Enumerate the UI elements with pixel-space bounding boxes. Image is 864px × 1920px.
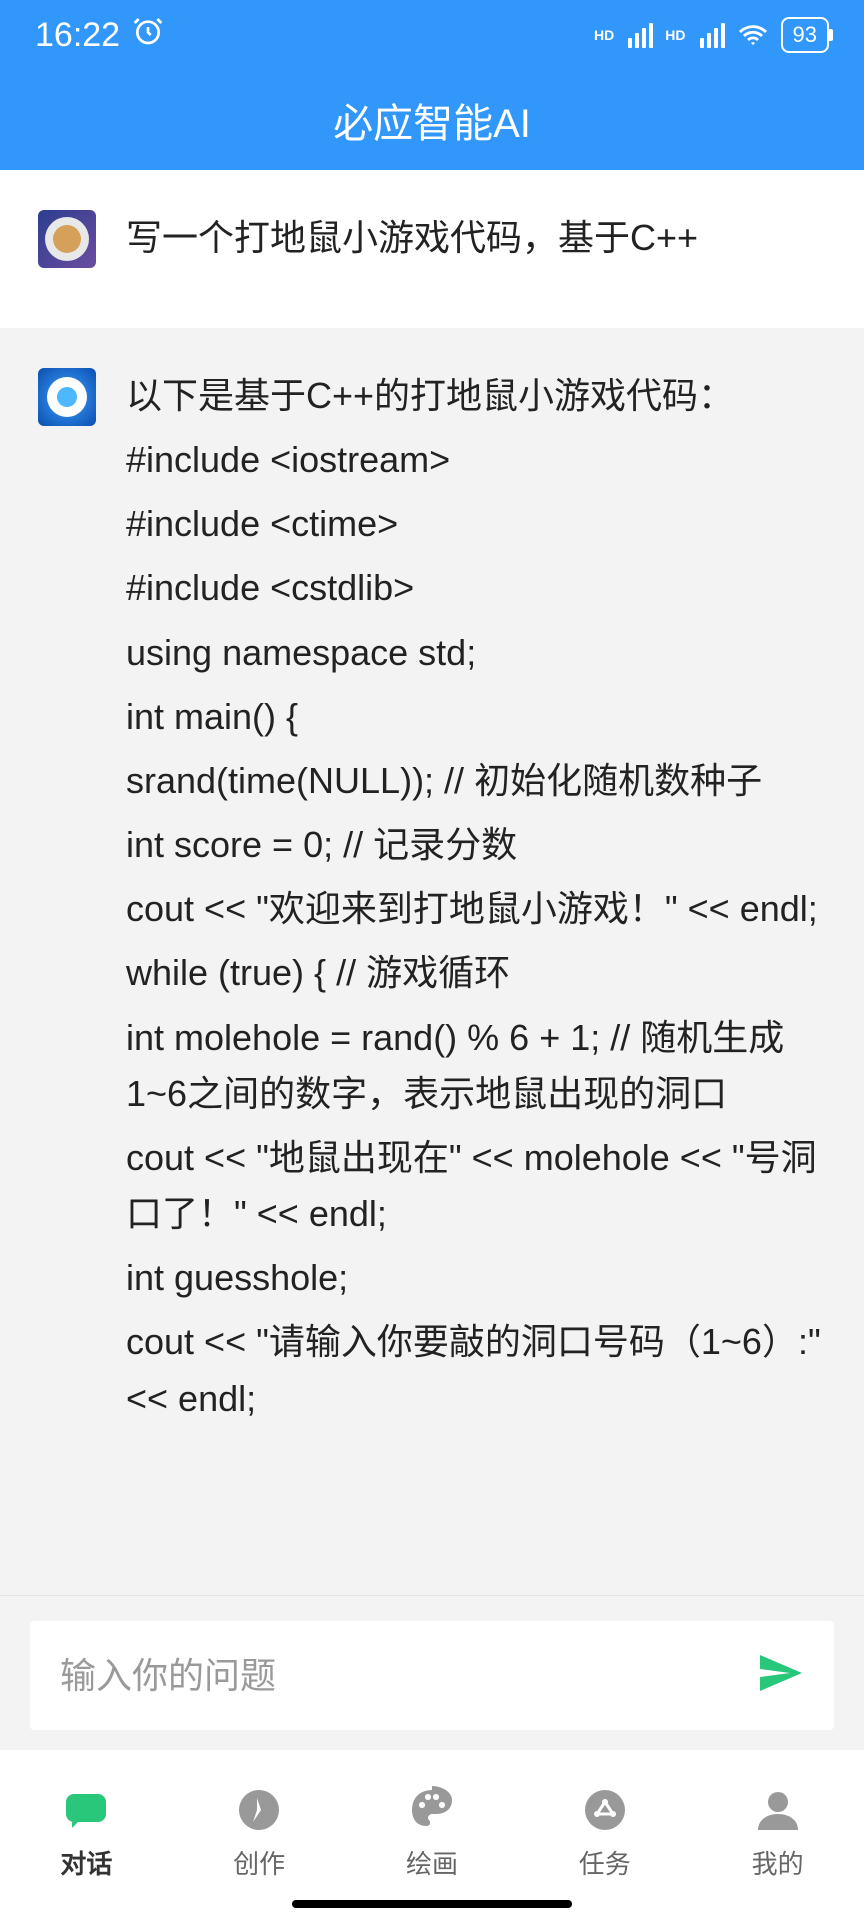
nav-chat[interactable]: 对话 [26,1784,146,1881]
nav-create[interactable]: 创作 [199,1784,319,1881]
user-avatar [38,210,96,268]
create-icon [233,1784,285,1836]
user-message-text: 写一个打地鼠小游戏代码，基于C++ [126,210,826,268]
profile-icon [752,1784,804,1836]
chat-area[interactable]: 写一个打地鼠小游戏代码，基于C++ 以下是基于C++的打地鼠小游戏代码： #in… [0,170,864,1595]
nav-profile[interactable]: 我的 [718,1784,838,1881]
wifi-icon [737,17,769,54]
status-bar: 16:22 HD HD 93 [0,0,864,70]
input-box [30,1621,834,1730]
signal-icon-2 [700,23,725,48]
nav-task[interactable]: 任务 [545,1784,665,1881]
signal-icon-1 [628,23,653,48]
hd-label-2: HD [665,27,685,43]
ai-message-text: 以下是基于C++的打地鼠小游戏代码： #include <iostream> #… [126,368,826,1427]
user-message: 写一个打地鼠小游戏代码，基于C++ [0,170,864,328]
question-input[interactable] [60,1655,736,1697]
status-time: 16:22 [35,16,120,55]
page-title: 必应智能AI [0,70,864,170]
alarm-icon [132,15,164,56]
ai-avatar [38,368,96,426]
share-icon [579,1784,631,1836]
bottom-nav: 对话 创作 绘画 任务 我的 [0,1750,864,1900]
paint-icon [406,1784,458,1836]
battery-indicator: 93 [781,17,829,53]
chat-icon [60,1784,112,1836]
ai-message: 以下是基于C++的打地鼠小游戏代码： #include <iostream> #… [0,328,864,1487]
hd-label-1: HD [594,27,614,43]
input-zone [0,1595,864,1750]
home-indicator[interactable] [292,1900,572,1908]
send-icon[interactable] [756,1649,804,1702]
nav-paint[interactable]: 绘画 [372,1784,492,1881]
